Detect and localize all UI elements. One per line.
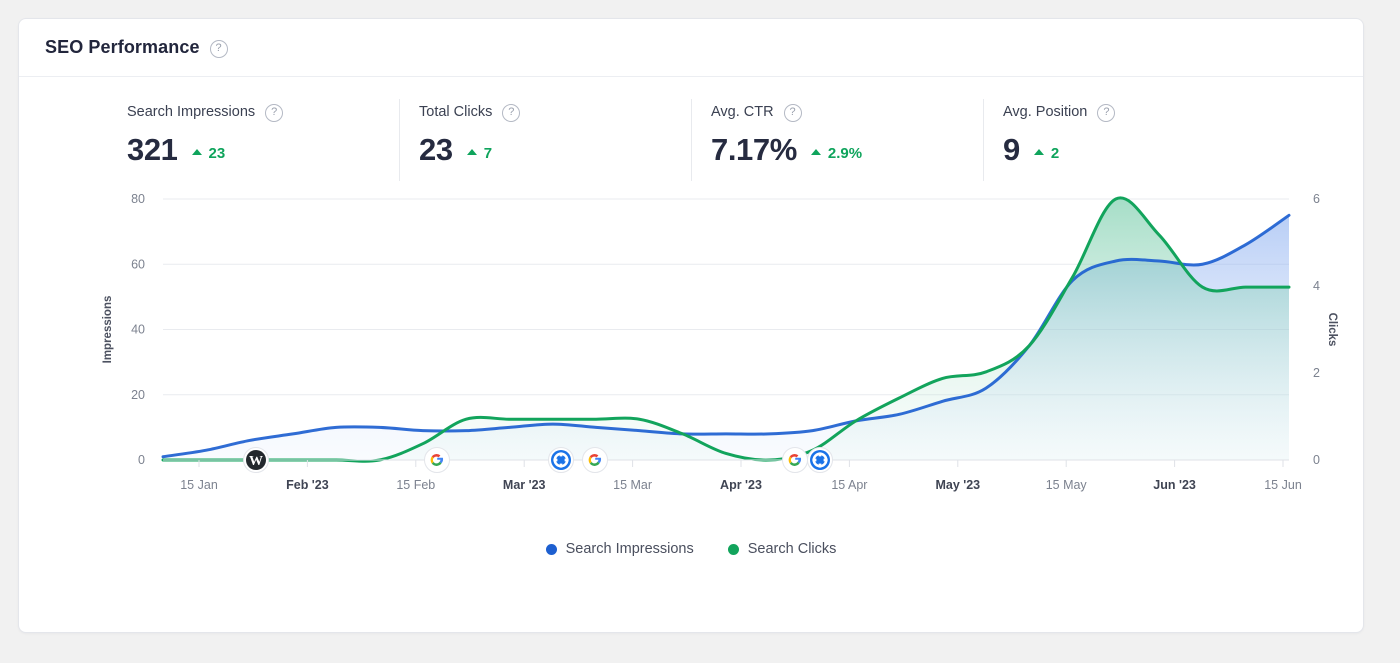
metric-delta-value: 7 [483, 144, 493, 162]
caret-up-icon [810, 149, 821, 155]
x-axis-tick-label: May '23 [935, 478, 980, 492]
question-circle-icon[interactable]: ? [265, 104, 284, 122]
wordpress-icon[interactable]: W [243, 447, 269, 473]
metric-label: Total Clicks [419, 104, 493, 120]
y-axis-left-tick-label: 80 [131, 192, 145, 206]
metrics-row: Search Impressions ? 321 23 Total Clicks… [107, 77, 1275, 185]
seo-performance-card: SEO Performance ? Search Impressions ? 3… [18, 18, 1364, 633]
metric-value-row: 23 7 [419, 132, 691, 168]
metric-delta: 23 [191, 144, 226, 162]
metric-delta: 2.9% [810, 144, 863, 162]
card-header: SEO Performance ? [19, 19, 1363, 77]
x-axis-ticks: 15 Jan Feb '23 15 Feb Mar '23 15 Mar Apr '23 1… [180, 460, 1302, 492]
metric-label: Avg. CTR [711, 104, 774, 120]
metric-value: 321 [127, 132, 178, 167]
metric-label-row: Total Clicks ? [419, 103, 691, 122]
metric-value: 23 [419, 132, 453, 167]
chart-legend: Search Impressions Search Clicks [33, 541, 1349, 557]
metric-label-row: Avg. CTR ? [711, 103, 983, 122]
x-axis-tick-label: Jun '23 [1153, 478, 1196, 492]
legend-item-search-clicks[interactable]: Search Clicks [727, 541, 837, 557]
legend-dot-icon [545, 543, 557, 555]
metric-value-row: 7.17% 2.9% [711, 132, 983, 168]
metric-delta: 7 [466, 144, 493, 162]
y-axis-right-tick-label: 6 [1313, 192, 1320, 206]
metric-value: 9 [1003, 132, 1020, 167]
x-axis-tick-label: 15 Jun [1264, 478, 1302, 492]
y-axis-right-ticks: 0 2 4 6 [1313, 192, 1320, 467]
metric-label-row: Search Impressions ? [127, 103, 399, 122]
metric-label: Avg. Position [1003, 104, 1088, 120]
x-axis-tick-label: 15 Jan [180, 478, 218, 492]
seo-performance-screen: SEO Performance ? Search Impressions ? 3… [0, 0, 1400, 663]
page-title: SEO Performance [45, 37, 200, 57]
metric-value-row: 9 2 [1003, 132, 1275, 168]
legend-item-search-impressions[interactable]: Search Impressions [545, 541, 694, 557]
y-axis-right-tick-label: 4 [1313, 279, 1320, 293]
y-axis-left-tick-label: 60 [131, 257, 145, 271]
x-axis-tick-label: 15 Mar [613, 478, 652, 492]
question-circle-icon[interactable]: ? [783, 104, 802, 122]
metric-value: 7.17% [711, 132, 797, 167]
metric-avg-position: Avg. Position ? 9 2 [983, 99, 1275, 185]
metric-avg-ctr: Avg. CTR ? 7.17% 2.9% [691, 99, 983, 185]
question-circle-icon[interactable]: ? [502, 104, 521, 122]
google-icon[interactable] [582, 447, 608, 473]
google-icon[interactable] [424, 447, 450, 473]
x-axis-tick-label: 15 Feb [396, 478, 435, 492]
metric-delta-value: 2 [1050, 144, 1060, 162]
y-axis-left-tick-label: 40 [131, 323, 145, 337]
svg-text:W: W [249, 454, 263, 469]
legend-label: Search Impressions [565, 541, 694, 557]
y-axis-right-tick-label: 2 [1313, 366, 1320, 380]
metric-search-impressions: Search Impressions ? 321 23 [107, 103, 399, 185]
metric-delta-value: 2.9% [827, 144, 863, 162]
search-console-icon[interactable] [807, 447, 833, 473]
legend-label: Search Clicks [747, 541, 837, 557]
x-axis-tick-label: Feb '23 [286, 478, 329, 492]
caret-up-icon [466, 149, 477, 155]
metric-label: Search Impressions [127, 104, 256, 120]
legend-dot-icon [727, 543, 739, 555]
metric-label-row: Avg. Position ? [1003, 103, 1275, 122]
y-axis-left-title: Impressions [102, 296, 114, 364]
metric-total-clicks: Total Clicks ? 23 7 [399, 99, 691, 185]
metric-delta-value: 23 [208, 144, 226, 162]
y-axis-right-tick-label: 0 [1313, 453, 1320, 467]
search-console-icon[interactable] [548, 447, 574, 473]
metric-value-row: 321 23 [127, 132, 399, 168]
caret-up-icon [1033, 149, 1044, 155]
x-axis-tick-label: 15 Apr [831, 478, 867, 492]
question-circle-icon[interactable]: ? [209, 39, 228, 58]
question-circle-icon[interactable]: ? [1097, 104, 1116, 122]
y-axis-left-tick-label: 20 [131, 388, 145, 402]
seo-performance-chart: 0 20 40 60 80 0 2 4 6 15 Jan Feb '23 15 Feb Mar '2… [33, 185, 1349, 605]
chart-canvas: 0 20 40 60 80 0 2 4 6 15 Jan Feb '23 15 Feb Mar '2… [102, 192, 1338, 492]
google-icon[interactable] [782, 447, 808, 473]
x-axis-tick-label: Apr '23 [720, 478, 762, 492]
x-axis-tick-label: 15 May [1046, 478, 1088, 492]
y-axis-left-tick-label: 0 [138, 453, 145, 467]
y-axis-right-title: Clicks [1326, 313, 1338, 347]
y-axis-left-ticks: 0 20 40 60 80 [131, 192, 145, 467]
x-axis-tick-label: Mar '23 [503, 478, 546, 492]
metric-delta: 2 [1033, 144, 1060, 162]
caret-up-icon [191, 149, 202, 155]
